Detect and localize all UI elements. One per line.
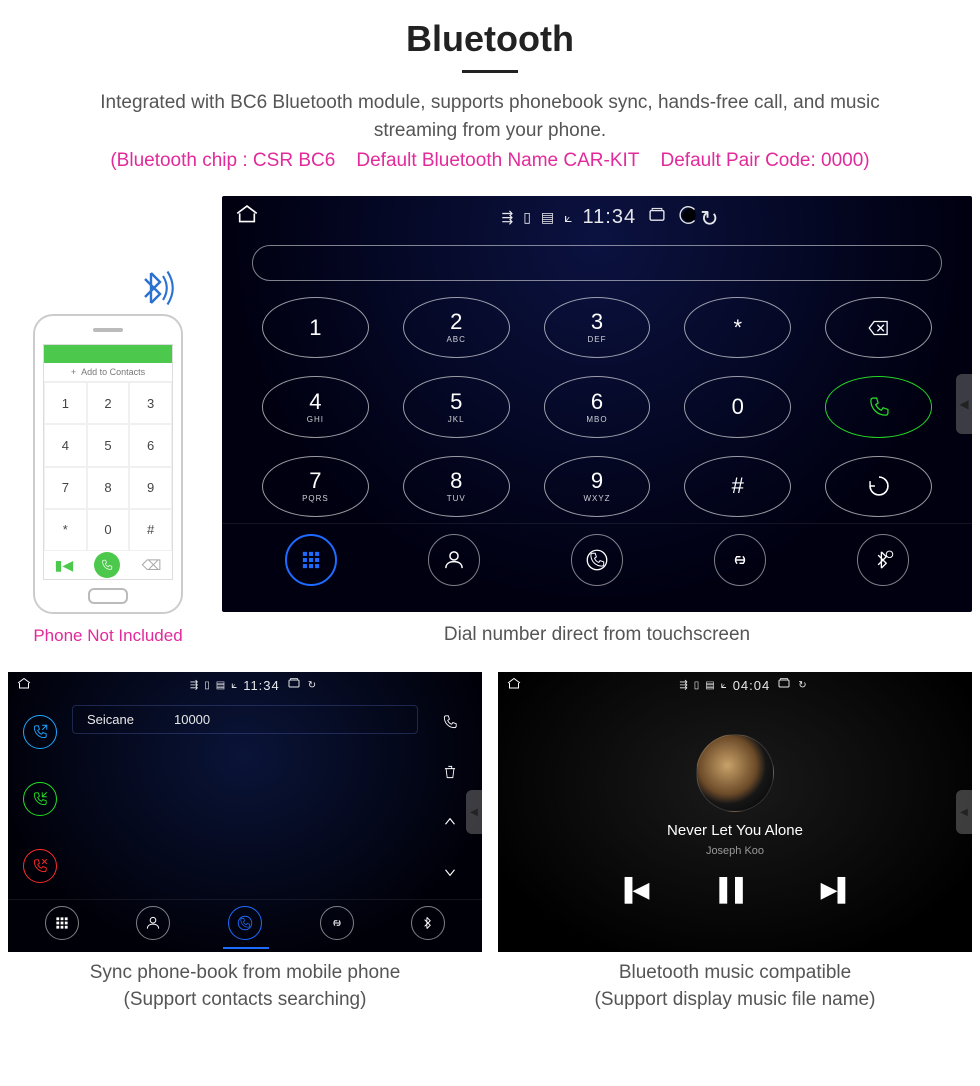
nav-keypad-icon[interactable]	[285, 534, 337, 586]
phone-mockup: + Add to Contacts 123 456 789 *0# ▮◀ ⌫	[33, 314, 183, 614]
contacts-caption: Sync phone-book from mobile phone(Suppor…	[8, 960, 482, 1013]
nav-contacts-icon[interactable]	[136, 906, 170, 940]
dial-key-0[interactable]: 0	[684, 376, 791, 437]
dial-key-*[interactable]: *	[684, 297, 791, 358]
spec-line: (Bluetooth chip : CSR BC6 Default Blueto…	[8, 150, 972, 172]
phone-add-contact: + Add to Contacts	[44, 363, 172, 382]
recent-apps-icon[interactable]	[776, 676, 792, 695]
track-artist: Joseph Koo	[706, 845, 764, 857]
side-drawer-handle[interactable]: ◀	[956, 790, 972, 834]
dial-key-4[interactable]: 4GHI	[262, 376, 369, 437]
back-icon[interactable]: ↻	[798, 680, 806, 691]
status-time: 11:34	[583, 206, 637, 229]
dial-key-8[interactable]: 8TUV	[403, 456, 510, 517]
contact-number: 10000	[174, 712, 210, 727]
play-pause-button[interactable]: ▌▌	[719, 877, 750, 903]
dialer-screenshot: ⇶ ▯ ▤ ⟀ 11:34 ↻ 1 2ABC 3DEF * 4GHI 5JKL 6MBO 0 7…	[222, 196, 972, 612]
phone-statusbar	[44, 345, 172, 363]
phone-not-included-note: Phone Not Included	[8, 626, 208, 646]
delete-contact-icon[interactable]	[441, 763, 459, 786]
dial-icon	[94, 552, 120, 578]
dial-key-7[interactable]: 7PQRS	[262, 456, 369, 517]
sim-icon: ▯	[523, 209, 531, 226]
prev-track-button[interactable]: ▐◀	[617, 877, 650, 903]
nav-call-history-icon[interactable]	[228, 906, 262, 940]
page-title: Bluetooth	[8, 18, 972, 60]
missed-calls-icon[interactable]	[23, 849, 57, 883]
album-art	[696, 734, 774, 812]
bt-status-icon: ⟀	[564, 209, 572, 226]
home-icon[interactable]	[234, 202, 260, 233]
recent-apps-icon[interactable]	[646, 205, 668, 230]
contacts-screenshot: ⇶▯▤⟀ 11:34 ↻ Seicane	[8, 672, 482, 952]
contact-name: Seicane	[87, 712, 134, 727]
call-button[interactable]	[825, 376, 932, 437]
phone-keypad: 123 456 789 *0#	[44, 382, 172, 551]
scroll-up-icon[interactable]	[441, 813, 459, 836]
dial-key-9[interactable]: 9WXYZ	[544, 456, 651, 517]
nav-call-history-icon[interactable]	[571, 534, 623, 586]
nav-bt-settings-icon[interactable]	[857, 534, 909, 586]
scroll-down-icon[interactable]	[441, 863, 459, 886]
sd-icon: ▤	[541, 209, 554, 226]
back-icon[interactable]: ↻	[308, 680, 316, 691]
nav-pair-icon[interactable]	[714, 534, 766, 586]
status-icons: ⇶▯▤⟀ 11:34 ↻	[190, 676, 316, 695]
dial-key-3[interactable]: 3DEF	[544, 297, 651, 358]
video-call-icon: ▮◀	[55, 557, 73, 574]
back-icon[interactable]: ↻	[678, 204, 718, 232]
dial-contact-icon[interactable]	[441, 713, 459, 736]
status-icons: ⇶▯▤⟀ 04:04 ↻	[679, 676, 806, 695]
dialer-caption: Dial number direct from touchscreen	[222, 624, 972, 646]
track-title: Never Let You Alone	[667, 822, 803, 839]
nav-contacts-icon[interactable]	[428, 534, 480, 586]
dial-key-6[interactable]: 6MBO	[544, 376, 651, 437]
nav-keypad-icon[interactable]	[45, 906, 79, 940]
backspace-icon: ⌫	[142, 557, 162, 574]
next-track-button[interactable]: ▶▌	[821, 877, 854, 903]
side-drawer-handle[interactable]: ◀	[466, 790, 482, 834]
home-icon[interactable]	[506, 676, 522, 695]
backspace-key[interactable]	[825, 297, 932, 358]
side-drawer-handle[interactable]: ◀	[956, 374, 972, 434]
title-underline	[462, 70, 518, 73]
dial-key-2[interactable]: 2ABC	[403, 297, 510, 358]
music-caption: Bluetooth music compatible(Support displ…	[498, 960, 972, 1013]
dial-number-display	[252, 245, 942, 281]
nav-bt-settings-icon[interactable]	[411, 906, 445, 940]
recent-apps-icon[interactable]	[286, 676, 302, 695]
status-icons: ⇶ ▯ ▤ ⟀ 11:34 ↻	[501, 204, 718, 232]
dial-key-1[interactable]: 1	[262, 297, 369, 358]
dial-key-#[interactable]: #	[684, 456, 791, 517]
outgoing-calls-icon[interactable]	[23, 715, 57, 749]
nav-pair-icon[interactable]	[320, 906, 354, 940]
page-description: Integrated with BC6 Bluetooth module, su…	[60, 89, 920, 144]
contact-row[interactable]: Seicane 10000	[72, 705, 418, 734]
music-screenshot: ⇶▯▤⟀ 04:04 ↻ Never Let You Alone Joseph …	[498, 672, 972, 952]
dial-key-5[interactable]: 5JKL	[403, 376, 510, 437]
wifi-icon: ⇶	[501, 209, 513, 226]
swap-key[interactable]	[825, 456, 932, 517]
incoming-calls-icon[interactable]	[23, 782, 57, 816]
home-icon[interactable]	[16, 676, 32, 695]
